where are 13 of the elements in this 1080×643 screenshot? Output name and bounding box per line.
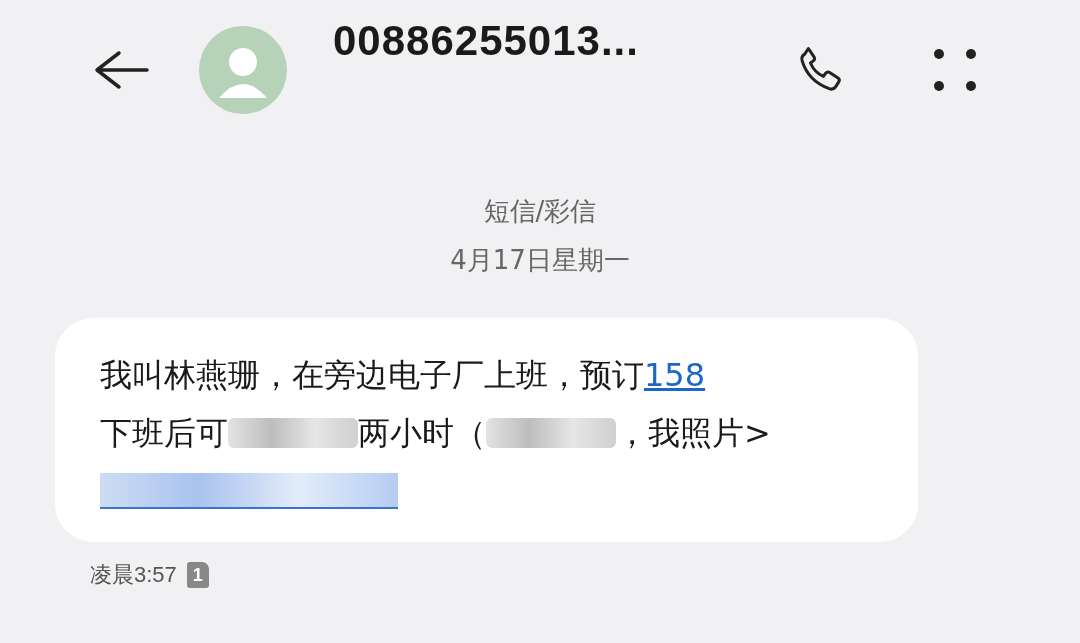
back-icon[interactable] — [93, 50, 149, 90]
message-text: ，我照片> — [616, 413, 771, 454]
sim-badge: 1 — [186, 562, 209, 588]
message-text: 我叫林燕珊，在旁边电子厂上班，预订 — [100, 355, 644, 396]
redacted-link[interactable] — [100, 473, 398, 509]
contact-title: 00886255013... — [333, 17, 640, 65]
more-icon[interactable] — [933, 48, 977, 92]
message-text: 两小时（ — [358, 413, 486, 454]
phone-link[interactable]: 158 — [644, 346, 706, 404]
message-text: 下班后可 — [100, 413, 228, 454]
date-label: 4月17日星期一 — [450, 244, 630, 277]
message-type-label: 短信/彩信 — [483, 195, 597, 228]
message-time: 凌晨3:57 — [90, 561, 177, 589]
